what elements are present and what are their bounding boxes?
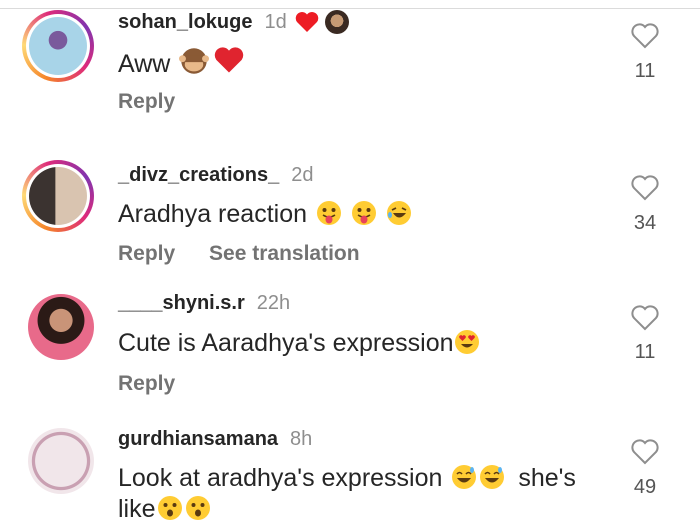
avatar[interactable] [22,160,94,232]
avatar[interactable] [28,294,94,360]
grinning-sweat-face-icon [452,465,477,489]
comment-text: Aradhya reaction [118,200,308,228]
red-heart-icon [215,47,244,73]
comment-text: Aww [118,50,171,78]
heart-eyes-face-icon [454,330,479,354]
comment-username[interactable]: gurdhiansamana [118,428,278,451]
see-translation-button[interactable]: See translation [209,242,360,265]
grinning-sweat-face-icon [480,465,505,489]
comment-time: 22h [256,292,291,314]
like-heart-icon[interactable] [630,304,660,332]
creator-avatar [324,10,349,34]
tongue-out-face-icon [316,201,341,225]
avatar[interactable] [22,10,94,82]
comment-time: 1d [264,10,287,33]
avatar[interactable] [28,428,94,494]
like-count: 11 [634,60,656,82]
reply-button[interactable]: Reply [118,372,175,395]
comment-username[interactable]: sohan_lokuge [118,11,252,34]
rolling-laughing-face-icon [386,201,411,225]
hushed-face-icon [157,496,182,520]
see-no-evil-monkey-icon [179,48,210,74]
comment-time: 8h [290,428,313,450]
comment-username[interactable]: _divz_creations_ [118,164,279,187]
red-heart-icon [295,12,318,32]
reply-button[interactable]: Reply [118,90,175,113]
comment-text: Look at aradhya's expression [118,464,443,492]
comment-text-line2: like [118,495,156,523]
comment-time: 2d [291,164,314,186]
like-count: 34 [633,212,657,234]
like-heart-icon[interactable] [630,22,660,50]
comment-text: Cute is Aaradhya's expression [118,329,454,357]
tongue-out-face-icon [351,201,376,225]
top-divider [0,8,700,9]
like-heart-icon[interactable] [630,438,660,466]
like-count: 11 [634,341,656,363]
comment-username[interactable]: ____shyni.s.r [118,292,245,315]
like-heart-icon[interactable] [630,174,660,202]
comment-text-continued: she's [518,464,576,492]
hushed-face-icon [185,496,210,520]
reply-button[interactable]: Reply [118,242,175,265]
like-count: 49 [633,476,657,498]
